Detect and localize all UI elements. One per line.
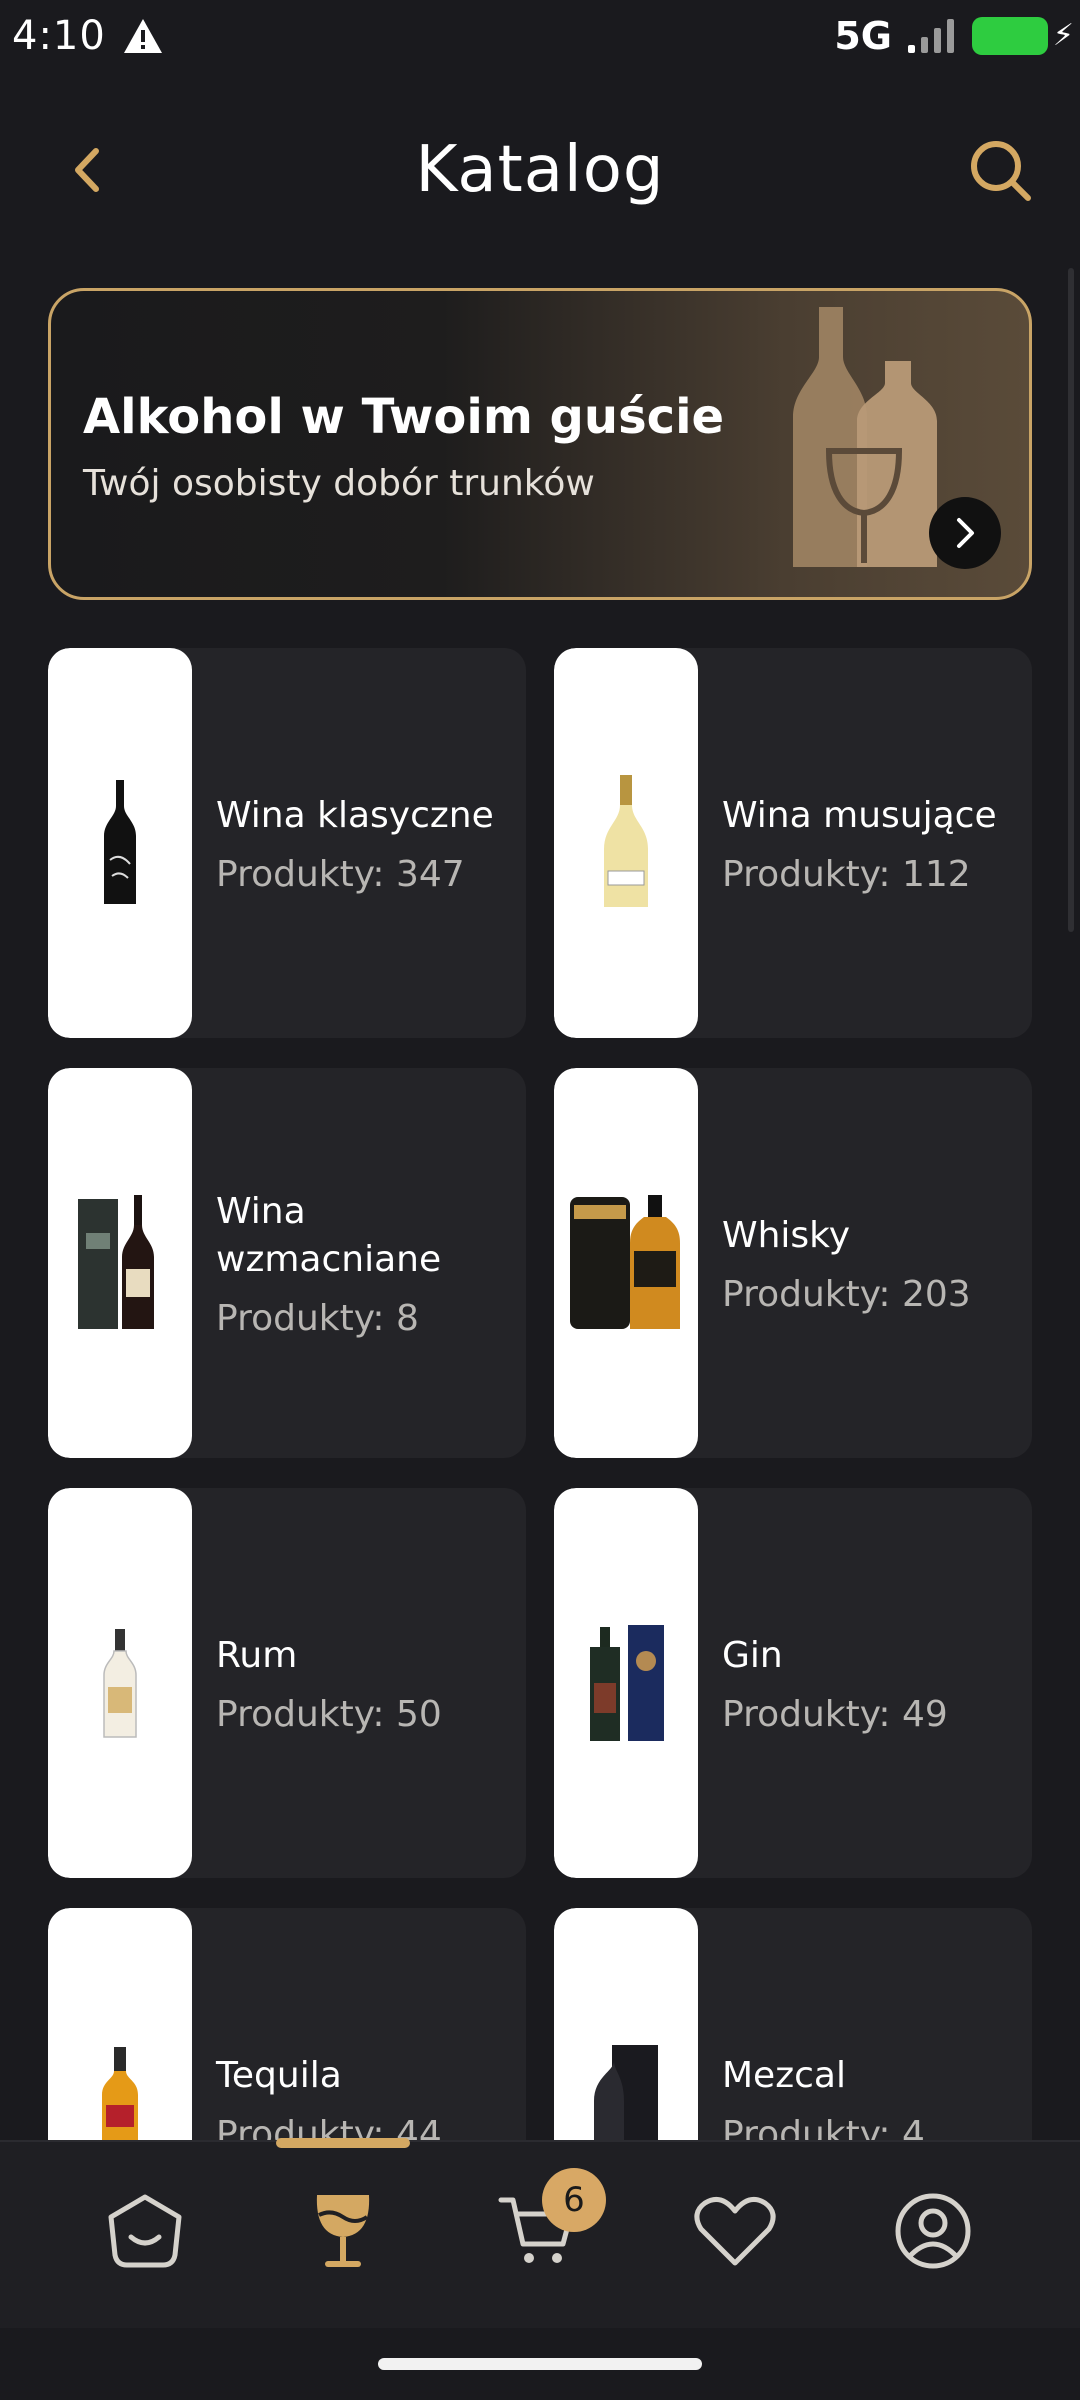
card-text: Wina wzmacniane Produkty: 8 xyxy=(192,1068,456,1458)
heart-icon xyxy=(694,2196,776,2266)
category-name: Rum xyxy=(216,1634,298,1676)
home-indicator[interactable] xyxy=(378,2358,702,2370)
chevron-left-icon xyxy=(75,148,99,192)
banner-subtitle: Twój osobisty dobór trunków xyxy=(83,463,595,504)
network-type: 5G xyxy=(834,14,892,58)
nav-cart[interactable]: 6 xyxy=(482,2168,606,2286)
category-grid: Wina klasyczne Produkty: 347 Wina musują… xyxy=(48,648,1032,2298)
status-bar: 4:10 5G ⚡ xyxy=(0,0,1080,72)
bottom-navigation: 6 xyxy=(0,2138,1080,2328)
active-tab-indicator xyxy=(276,2138,410,2148)
card-text: Wina musujące Produkty: 112 xyxy=(698,648,997,1038)
category-name: Wina wzmacniane xyxy=(216,1190,442,1280)
category-name: Tequila xyxy=(216,2054,342,2096)
nav-profile[interactable] xyxy=(878,2176,988,2286)
card-text: Gin Produkty: 49 xyxy=(698,1488,948,1878)
category-name: Wina musujące xyxy=(722,794,997,836)
gin-bottle-image xyxy=(554,1488,698,1878)
chevron-right-icon xyxy=(957,518,974,548)
page-title: Katalog xyxy=(415,133,665,207)
category-count: Produkty: 347 xyxy=(216,853,465,895)
category-card-rum[interactable]: Rum Produkty: 50 xyxy=(48,1488,526,1878)
nav-catalog[interactable] xyxy=(288,2176,398,2286)
category-name: Whisky xyxy=(722,1214,851,1256)
signal-icon xyxy=(908,19,954,53)
champagne-bottle-image xyxy=(554,648,698,1038)
category-card-whisky[interactable]: Whisky Produkty: 203 xyxy=(554,1068,1032,1458)
home-icon xyxy=(108,2194,182,2268)
status-left: 4:10 xyxy=(12,13,164,59)
fortified-wine-bottle-image xyxy=(48,1068,192,1458)
category-card-wina-musujace[interactable]: Wina musujące Produkty: 112 xyxy=(554,648,1032,1038)
banner-title: Alkohol w Twoim guście xyxy=(83,389,725,445)
promo-banner[interactable]: Alkohol w Twoim guście Twój osobisty dob… xyxy=(48,288,1032,600)
red-wine-bottle-image xyxy=(48,648,192,1038)
category-card-wina-wzmacniane[interactable]: Wina wzmacniane Produkty: 8 xyxy=(48,1068,526,1458)
category-count: Produkty: 203 xyxy=(722,1273,971,1315)
category-name: Wina klasyczne xyxy=(216,794,494,836)
charging-icon: ⚡ xyxy=(1052,18,1074,53)
category-count: Produkty: 49 xyxy=(722,1693,948,1735)
card-text: Wina klasyczne Produkty: 347 xyxy=(192,648,494,1038)
status-time: 4:10 xyxy=(12,13,106,59)
banner-arrow-button[interactable] xyxy=(929,497,1001,569)
warning-icon xyxy=(123,19,162,53)
category-card-gin[interactable]: Gin Produkty: 49 xyxy=(554,1488,1032,1878)
nav-home[interactable] xyxy=(90,2176,200,2286)
header: Katalog xyxy=(0,120,1080,220)
battery-icon: ⚡ xyxy=(972,17,1074,55)
category-count: Produkty: 50 xyxy=(216,1693,442,1735)
cart-badge: 6 xyxy=(542,2168,606,2232)
category-name: Mezcal xyxy=(722,2054,846,2096)
category-card-wina-klasyczne[interactable]: Wina klasyczne Produkty: 347 xyxy=(48,648,526,1038)
whisky-bottle-image xyxy=(554,1068,698,1458)
search-button[interactable] xyxy=(966,136,1036,206)
back-button[interactable] xyxy=(56,138,120,202)
nav-favorites[interactable] xyxy=(680,2176,790,2286)
card-text: Whisky Produkty: 203 xyxy=(698,1068,971,1458)
category-count: Produkty: 8 xyxy=(216,1297,419,1339)
status-right: 5G ⚡ xyxy=(834,14,1074,58)
scrollbar[interactable] xyxy=(1068,268,1074,932)
wine-glass-icon xyxy=(316,2195,370,2267)
card-text: Rum Produkty: 50 xyxy=(192,1488,442,1878)
search-icon xyxy=(971,141,1031,201)
profile-icon xyxy=(895,2193,971,2269)
category-count: Produkty: 112 xyxy=(722,853,971,895)
category-name: Gin xyxy=(722,1634,783,1676)
gesture-area xyxy=(0,2328,1080,2400)
rum-bottle-image xyxy=(48,1488,192,1878)
